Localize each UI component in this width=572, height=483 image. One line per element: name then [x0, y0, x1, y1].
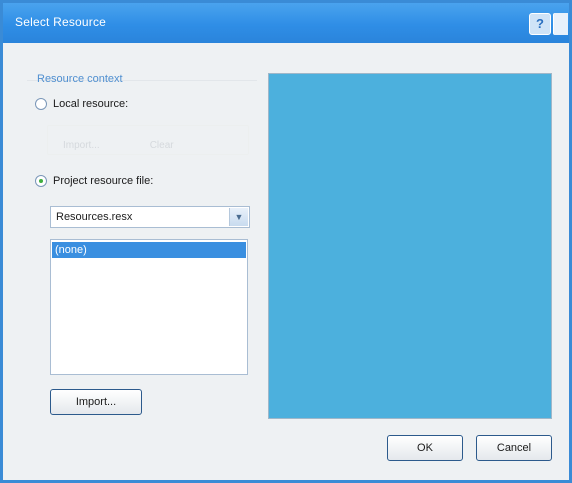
title-bar[interactable]: Select Resource ? — [3, 3, 569, 43]
cancel-button[interactable]: Cancel — [476, 435, 552, 461]
list-item[interactable]: (none) — [52, 242, 246, 258]
close-button[interactable] — [553, 13, 568, 35]
local-import-button[interactable]: Import... — [63, 140, 100, 151]
resource-preview — [268, 73, 552, 419]
dialog-title: Select Resource — [15, 15, 107, 29]
resource-file-value: Resources.resx — [56, 211, 133, 223]
local-resource-buttons: Import... Clear — [63, 140, 174, 151]
local-resource-label: Local resource: — [53, 98, 129, 110]
chevron-down-icon[interactable]: ▼ — [229, 208, 248, 226]
help-icon: ? — [536, 16, 544, 31]
resource-context-label: Resource context — [37, 73, 123, 85]
project-resource-radio[interactable] — [35, 175, 47, 187]
local-resource-radio[interactable] — [35, 98, 47, 110]
resource-file-dropdown[interactable]: Resources.resx ▼ — [50, 206, 250, 228]
ok-button[interactable]: OK — [387, 435, 463, 461]
local-resource-option[interactable]: Local resource: — [35, 98, 128, 110]
select-resource-dialog: Select Resource ? Resource context Local… — [0, 0, 572, 483]
import-button[interactable]: Import... — [50, 389, 142, 415]
local-clear-button[interactable]: Clear — [150, 140, 174, 151]
project-resource-label: Project resource file: — [53, 175, 154, 187]
help-button[interactable]: ? — [529, 13, 551, 35]
project-resource-option[interactable]: Project resource file: — [35, 175, 153, 187]
resource-list[interactable]: (none) — [50, 239, 248, 375]
